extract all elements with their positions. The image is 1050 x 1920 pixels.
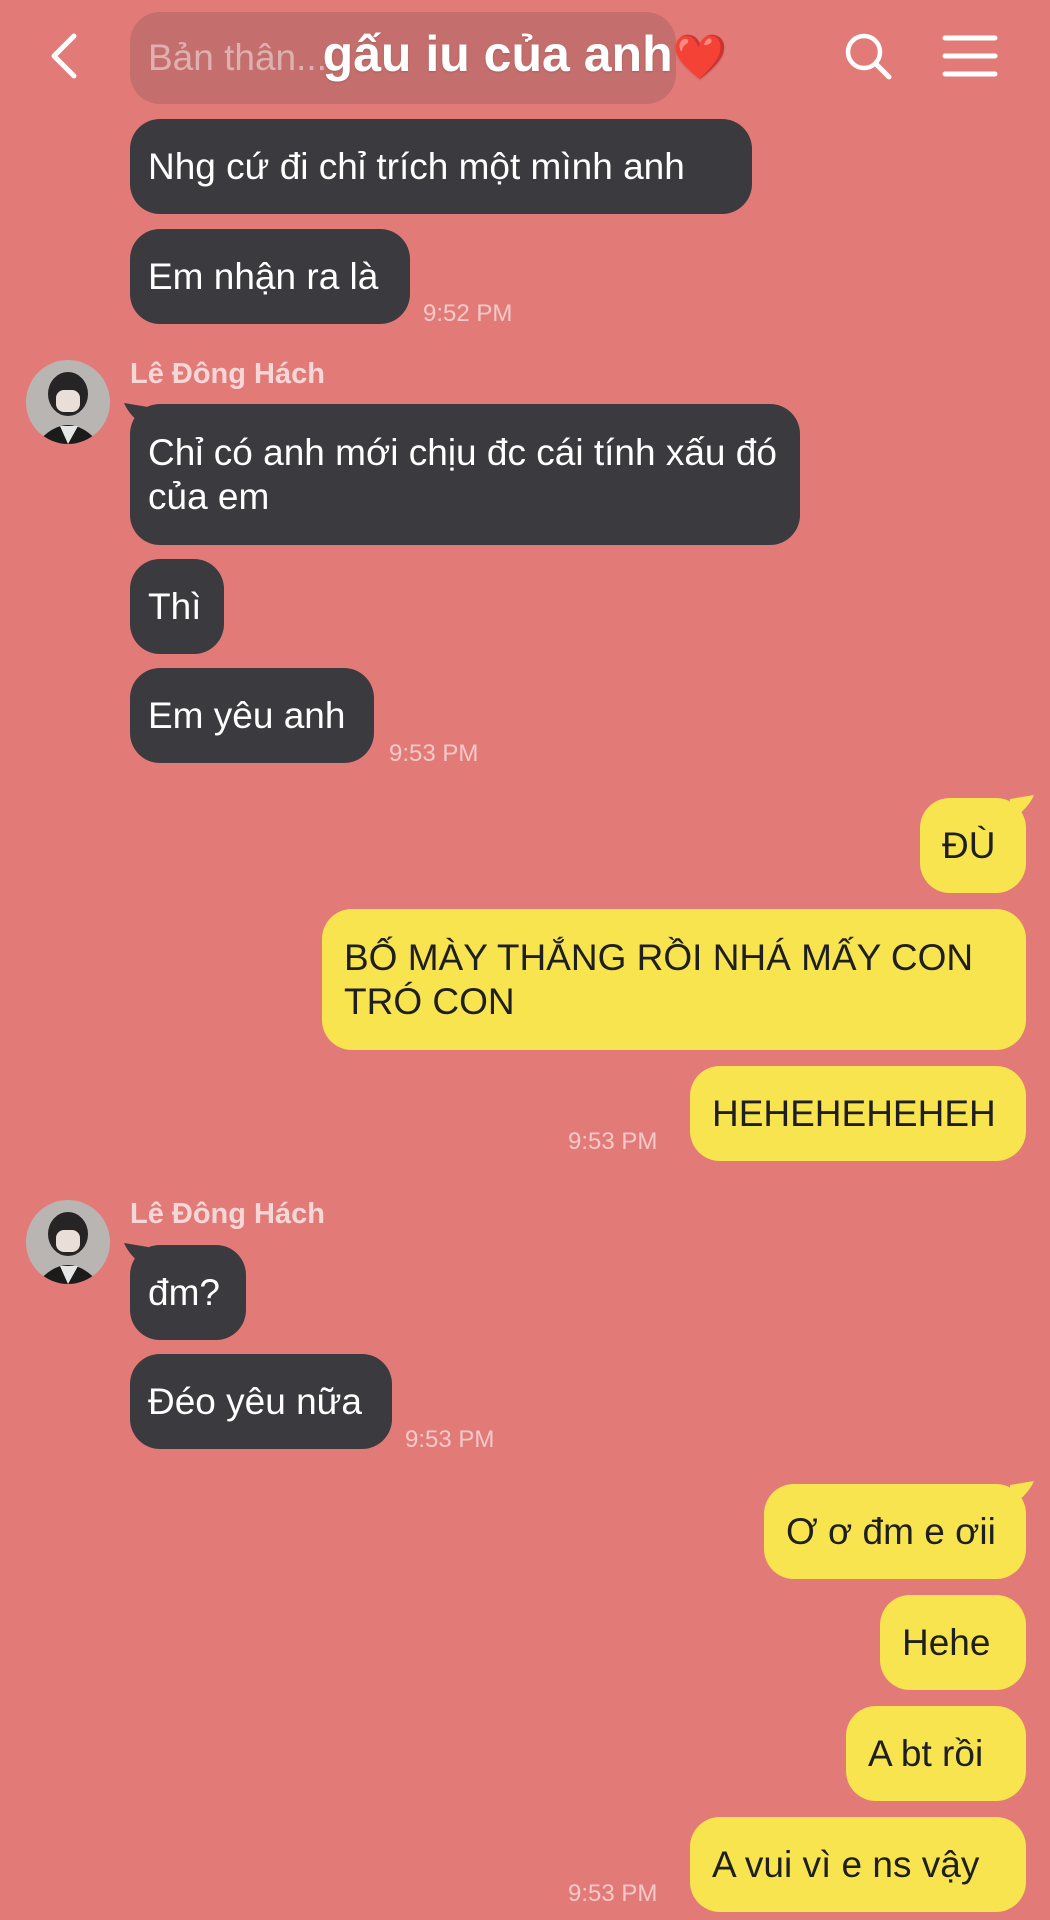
menu-button[interactable] — [942, 28, 998, 84]
message-timestamp: 9:53 PM — [405, 1426, 495, 1453]
search-icon — [845, 33, 892, 80]
message-text: Em yêu anh — [148, 694, 346, 736]
avatar-image — [26, 360, 110, 444]
message-bubble-incoming[interactable]: đm? — [130, 1245, 246, 1340]
search-button[interactable] — [842, 28, 894, 84]
heart-emoji: ❤️ — [672, 32, 728, 82]
message-timestamp: 9:53 PM — [568, 1128, 658, 1155]
message-bubble-outgoing[interactable]: A bt rồi — [846, 1706, 1026, 1801]
message-bubble-outgoing[interactable]: ĐÙ — [920, 798, 1026, 893]
message-text: HEHEHEHEHEH — [712, 1092, 996, 1134]
message-text: A vui vì e ns vậy — [712, 1843, 980, 1885]
message-text: Đéo yêu nữa — [148, 1380, 363, 1422]
message-timestamp: 9:52 PM — [423, 300, 513, 327]
sender-name: Lê Đông Hách — [130, 358, 325, 390]
message-bubble-incoming[interactable]: Em nhận ra là — [130, 229, 410, 324]
message-timestamp: 9:53 PM — [389, 740, 479, 767]
message-text: Em nhận ra là — [148, 255, 379, 297]
message-timestamp: 9:53 PM — [568, 1880, 658, 1907]
sender-name: Lê Đông Hách — [130, 1198, 325, 1230]
message-text: Hehe — [902, 1621, 991, 1663]
message-bubble-outgoing[interactable]: Ơ ơ đm e ơii — [764, 1484, 1026, 1579]
message-bubble-incoming[interactable]: Đéo yêu nữa — [130, 1354, 392, 1449]
chevron-left-icon — [51, 33, 77, 79]
message-bubble-incoming[interactable]: Thì — [130, 559, 224, 654]
avatar-image — [26, 1200, 110, 1284]
message-text: Ơ ơ đm e ơii — [786, 1510, 996, 1552]
message-bubble-outgoing[interactable]: Hehe — [880, 1595, 1026, 1690]
back-button[interactable] — [44, 28, 94, 84]
message-bubble-incoming[interactable]: Nhg cứ đi chỉ trích một mình anh — [130, 119, 752, 214]
message-text: Nhg cứ đi chỉ trích một mình anh — [148, 145, 685, 187]
hamburger-menu-icon — [942, 35, 998, 77]
message-bubble-incoming[interactable]: Em yêu anh — [130, 668, 374, 763]
message-text: A bt rồi — [868, 1732, 984, 1774]
chat-header: gấu iu của anh❤️ — [0, 0, 1050, 110]
chat-title: gấu iu của anh❤️ — [200, 16, 850, 96]
message-bubble-outgoing[interactable]: A vui vì e ns vậy — [690, 1817, 1026, 1912]
message-bubble-outgoing[interactable]: BỐ MÀY THẮNG RỒI NHÁ MẤY CON TRÓ CON — [322, 909, 1026, 1050]
chat-title-text: gấu iu của anh — [322, 26, 673, 82]
message-text: Thì — [148, 585, 202, 627]
avatar[interactable] — [26, 360, 110, 444]
message-text: BỐ MÀY THẮNG RỒI NHÁ MẤY CON TRÓ CON — [344, 936, 974, 1022]
message-text: ĐÙ — [942, 824, 996, 866]
message-text: đm? — [148, 1271, 220, 1313]
message-bubble-outgoing[interactable]: HEHEHEHEHEH — [690, 1066, 1026, 1161]
message-text: Chỉ có anh mới chịu đc cái tính xấu đó c… — [148, 431, 777, 517]
avatar[interactable] — [26, 1200, 110, 1284]
message-bubble-incoming[interactable]: Chỉ có anh mới chịu đc cái tính xấu đó c… — [130, 404, 800, 545]
